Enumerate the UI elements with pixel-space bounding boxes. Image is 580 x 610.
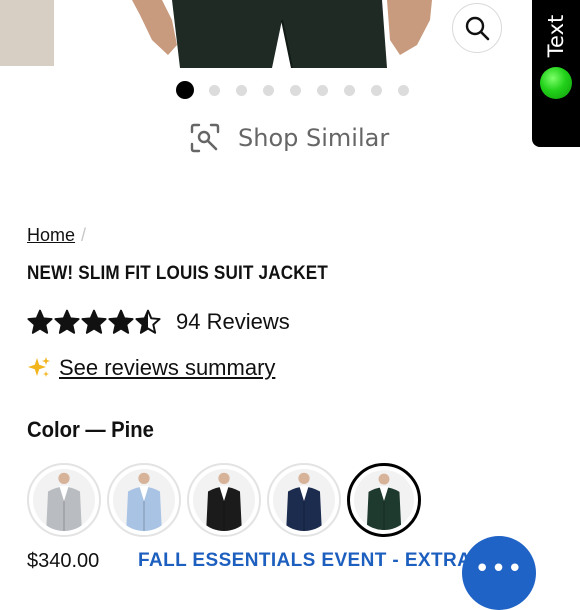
carousel-dot[interactable] — [263, 85, 274, 96]
color-label: Color — [27, 417, 80, 442]
breadcrumb-home-link[interactable]: Home — [27, 225, 75, 245]
reviews-count[interactable]: 94 Reviews — [176, 309, 290, 335]
star-icon — [81, 309, 107, 334]
star-icon — [27, 309, 53, 334]
color-dash: — — [85, 417, 106, 442]
carousel-dot[interactable] — [398, 85, 409, 96]
star-icon — [108, 309, 134, 334]
side-tab-label: Text — [544, 14, 568, 58]
promo-banner[interactable]: FALL ESSENTIALS EVENT - EXTRA 25% — [138, 550, 515, 572]
swatch-image — [33, 469, 95, 531]
product-title: NEW! SLIM FIT LOUIS SUIT JACKET — [27, 263, 329, 284]
model-photo — [132, 0, 442, 68]
carousel-dot[interactable] — [176, 81, 194, 99]
sparkle-icon — [28, 357, 50, 377]
product-price: $340.00 — [27, 550, 100, 572]
breadcrumb-separator: / — [81, 225, 87, 245]
carousel-dot[interactable] — [236, 85, 247, 96]
star-icon — [54, 309, 80, 334]
visual-search-icon — [190, 123, 220, 153]
search-icon — [465, 16, 490, 41]
color-value: Pine — [111, 417, 154, 442]
carousel-dot[interactable] — [209, 85, 220, 96]
shop-similar-button[interactable]: Shop Similar — [190, 120, 389, 156]
swatch-navy[interactable] — [267, 463, 341, 537]
chat-button[interactable]: ••• — [462, 536, 536, 610]
swatch-image — [193, 469, 255, 531]
thumbnail-image[interactable] — [0, 0, 54, 66]
side-tab[interactable]: Text — [532, 0, 580, 147]
swatch-image — [113, 469, 175, 531]
swatch-pine[interactable] — [347, 463, 421, 537]
star-icon — [135, 309, 161, 334]
shop-similar-label: Shop Similar — [238, 124, 390, 152]
swatch-light-grey[interactable] — [27, 463, 101, 537]
carousel-dot[interactable] — [371, 85, 382, 96]
carousel-dot[interactable] — [290, 85, 301, 96]
rating-row[interactable]: 94 Reviews — [27, 306, 290, 338]
swatch-black[interactable] — [187, 463, 261, 537]
carousel-dot[interactable] — [344, 85, 355, 96]
status-indicator — [540, 67, 572, 99]
see-reviews-summary-link[interactable]: See reviews summary — [59, 355, 275, 381]
swatch-light-blue[interactable] — [107, 463, 181, 537]
reviews-summary-row[interactable]: See reviews summary — [27, 352, 275, 384]
rating-stars — [27, 309, 162, 335]
swatch-image — [354, 470, 414, 530]
carousel-dot[interactable] — [317, 85, 328, 96]
swatch-image — [273, 469, 335, 531]
product-image[interactable] — [132, 0, 442, 68]
color-label-row: Color — Pine — [27, 417, 154, 443]
zoom-button[interactable] — [452, 3, 502, 53]
breadcrumb: Home / — [27, 225, 86, 246]
